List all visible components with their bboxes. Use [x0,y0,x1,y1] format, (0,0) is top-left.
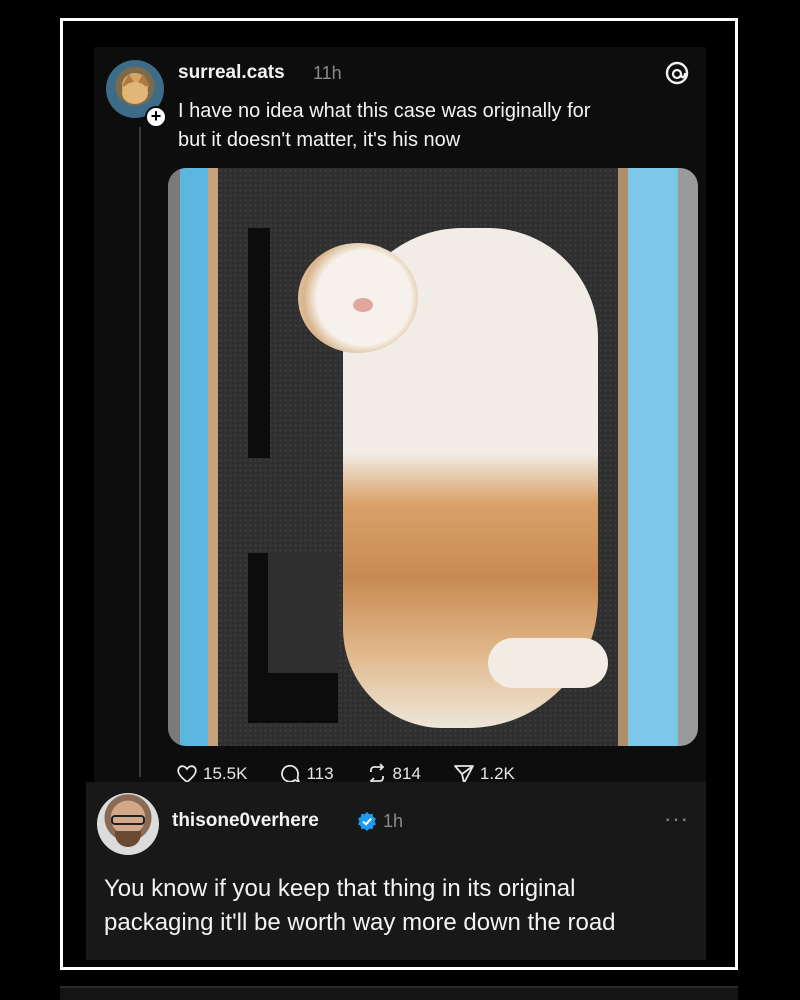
threads-icon[interactable] [664,60,690,86]
image-foam-slot [248,228,270,458]
image-foam-slot-l-inner [268,553,338,673]
post-text: I have no idea what this case was origin… [178,97,688,155]
reply-timestamp: 1h [383,811,404,831]
heart-icon [177,765,197,784]
image-cat-paw [488,638,608,688]
thread-line [139,127,141,777]
repost-count: 814 [392,764,421,783]
post-username[interactable]: surreal.cats [178,62,285,84]
avatar-beard [115,831,141,847]
image-blue-bag-right [618,168,698,746]
share-count: 1.2K [479,764,515,783]
reply-text-line-1: You know if you keep that thing in its o… [104,875,576,902]
like-count: 15.5K [203,764,248,783]
reply-username[interactable]: thisone0verhere [172,810,319,832]
more-icon[interactable]: ··· [664,806,689,832]
avatar-cat-face [122,82,148,104]
post-image-cat-in-case[interactable] [168,168,698,746]
next-post-strip [60,986,738,1000]
image-cat-nose [353,298,373,312]
post-text-line-1: I have no idea what this case was origin… [178,100,591,122]
follow-button[interactable]: + [145,106,167,128]
verified-icon [358,812,376,831]
comment-count: 113 [306,764,334,783]
image-blue-bag-left [168,168,218,746]
reply-text-line-2: packaging it'll be worth way more down t… [104,909,616,936]
reply-author-avatar[interactable] [97,793,159,855]
reply-text: You know if you keep that thing in its o… [104,872,704,940]
like-button[interactable]: 15.5K [176,764,247,784]
post-timestamp: 11h [313,63,342,83]
post-text-line-2: but it doesn't matter, it's his now [178,129,461,151]
avatar-glasses [111,815,145,825]
